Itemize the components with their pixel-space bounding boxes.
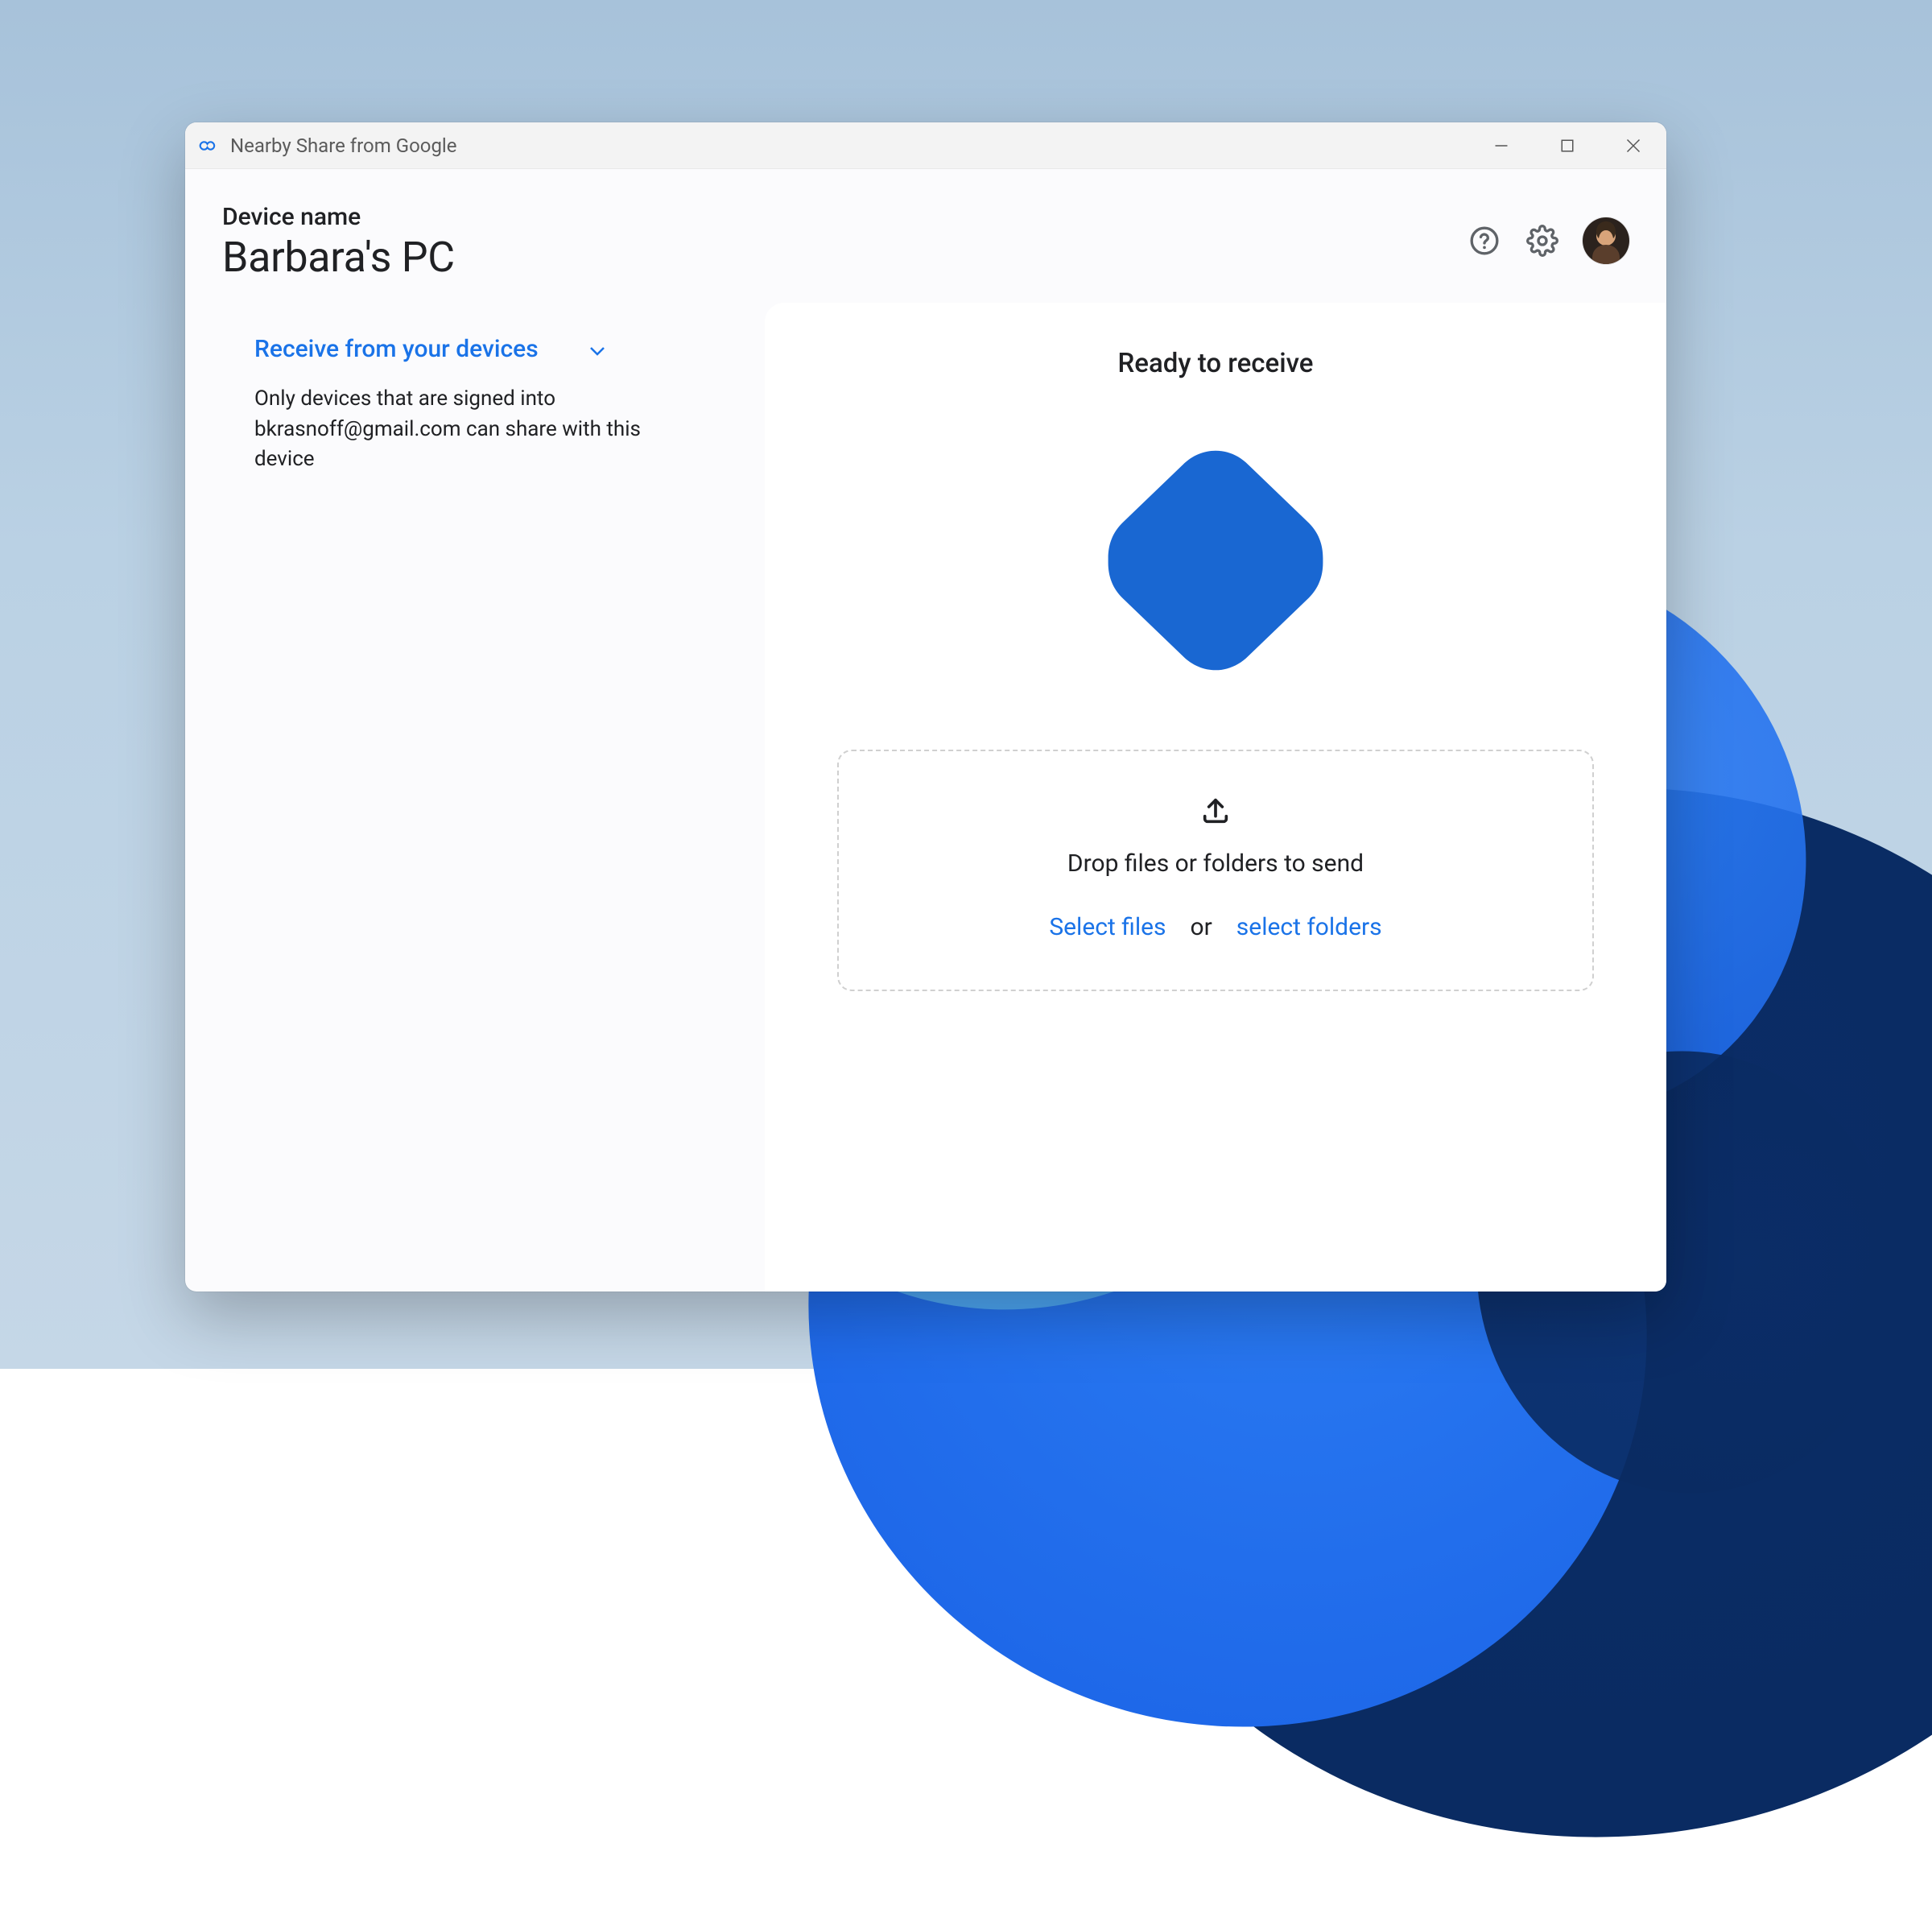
titlebar[interactable]: Nearby Share from Google [185,122,1666,169]
sidebar: Receive from your devices Only devices t… [185,303,765,1292]
app-icon [196,134,219,157]
device-name-label: Device name [222,203,1467,231]
content-panel: Ready to receive Drop files or folders t… [765,303,1666,1292]
receive-visibility-label: Receive from your devices [254,335,539,363]
help-icon[interactable] [1467,223,1502,258]
account-avatar[interactable] [1583,217,1629,264]
drop-zone-text: Drop files or folders to send [1067,849,1364,878]
app-window: Nearby Share from Google Device name Bar… [185,122,1666,1292]
receive-visibility-dropdown[interactable]: Receive from your devices [254,335,728,363]
receive-visibility-description: Only devices that are signed into bkrasn… [254,384,673,475]
drop-zone[interactable]: Drop files or folders to send Select fil… [837,750,1594,991]
window-title: Nearby Share from Google [230,134,1468,157]
select-folders-link[interactable]: select folders [1236,913,1382,941]
settings-icon[interactable] [1525,223,1560,258]
or-text: or [1191,913,1212,941]
status-hexagon-icon [1099,444,1332,677]
select-files-link[interactable]: Select files [1049,913,1166,941]
app-header: Device name Barbara's PC [185,169,1666,303]
device-name-value: Barbara's PC [222,233,1467,282]
upload-icon [1199,795,1232,830]
window-controls [1468,122,1666,168]
close-button[interactable] [1600,122,1666,168]
main-area: Receive from your devices Only devices t… [185,303,1666,1292]
chevron-down-icon [590,335,605,363]
minimize-button[interactable] [1468,122,1534,168]
maximize-button[interactable] [1534,122,1600,168]
status-heading: Ready to receive [1118,348,1314,379]
